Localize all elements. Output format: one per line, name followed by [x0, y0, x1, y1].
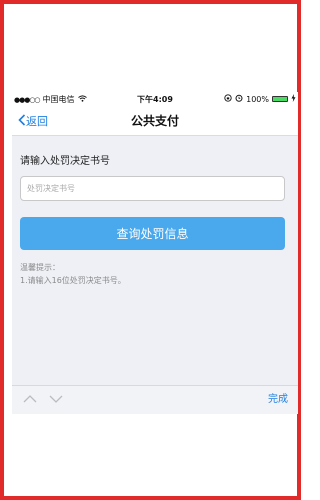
battery-percent: 100%	[246, 94, 269, 104]
nav-bar: 返回 公共支付	[12, 106, 298, 136]
battery-icon	[272, 96, 288, 102]
tips-title: 温馨提示：	[20, 263, 60, 272]
battery-fill	[273, 97, 287, 101]
penalty-number-label: 请输入处罚决定书号	[20, 156, 110, 167]
keyboard-toolbar: 完成	[12, 385, 298, 414]
alarm-icon	[235, 94, 243, 104]
charging-icon	[291, 94, 296, 104]
page-title: 公共支付	[130, 114, 179, 128]
tips-item: 1.请输入16位处罚决定书号。	[20, 276, 126, 285]
penalty-number-input[interactable]	[20, 176, 285, 201]
chevron-up-icon[interactable]	[22, 391, 38, 407]
screenshot-frame: ●●●○○ 中国电信 下午4:09 100% 返回 公共支付 请输入处罚决定书号…	[0, 0, 301, 500]
chevron-down-icon[interactable]	[48, 391, 64, 407]
query-penalty-button[interactable]: 查询处罚信息	[20, 217, 285, 250]
status-bar: ●●●○○ 中国电信 下午4:09 100%	[12, 92, 298, 106]
done-button[interactable]: 完成	[268, 386, 288, 414]
lock-rotation-icon	[224, 94, 232, 104]
status-right: 100%	[224, 94, 296, 104]
phone-screen: ●●●○○ 中国电信 下午4:09 100% 返回 公共支付 请输入处罚决定书号…	[12, 92, 298, 414]
